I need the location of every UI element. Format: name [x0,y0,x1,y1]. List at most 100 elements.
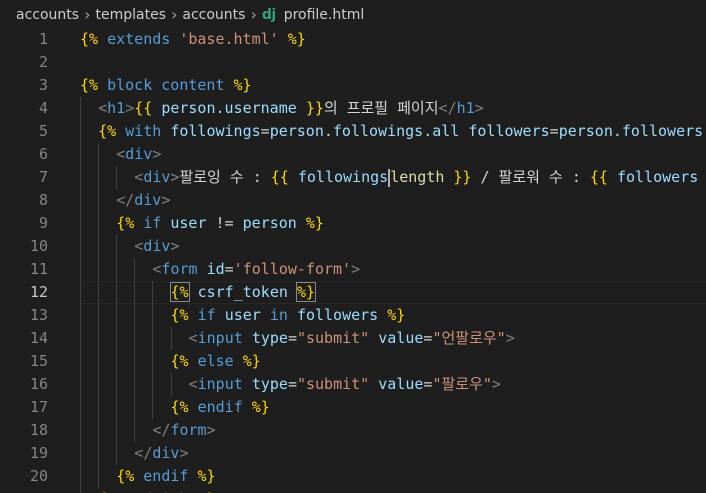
code-line[interactable]: 5 {% with followings=person.followings.al… [0,120,706,143]
indent-guide [80,281,81,304]
code-line[interactable]: 7 <div>팔로잉 수 : {{ followings length }} / 팔… [0,166,706,189]
code-text[interactable]: <div> [134,235,179,258]
indent-guide [134,350,136,373]
breadcrumb-folder-templates[interactable]: templates [95,7,166,23]
code-text[interactable]: <h1>{{ person.username }}의 프로필 페이지</h1> [98,97,484,120]
code-token: > [161,191,171,209]
code-token: > [170,237,180,255]
code-text[interactable]: </div> [116,189,170,212]
editor-window: accounts › templates › accounts › dj pro… [0,0,706,493]
code-line[interactable]: 9 {% if user != person %} [0,212,706,235]
code-line[interactable]: 6 <div> [0,143,706,166]
code-token: %} [197,467,216,485]
code-text[interactable]: {% endif %} [116,465,215,488]
line-number: 18 [29,421,48,439]
code-token: %} [387,306,406,324]
line-number: 14 [29,329,48,347]
code-token: content [161,76,225,94]
indent-guide [116,327,118,350]
code-text[interactable]: </form> [152,419,215,442]
code-token: > [206,421,216,439]
code-text[interactable]: <form id='follow-form'> [152,258,360,281]
django-file-icon: dj [261,6,276,23]
line-number: 10 [29,237,48,255]
code-line[interactable]: 21 {% endwith %} [0,488,706,493]
code-text[interactable]: {% block content %} [80,74,252,97]
code-token: < [134,237,144,255]
code-token: {% [170,306,189,324]
indent-guide [152,327,154,350]
code-line[interactable]: 4 <h1>{{ person.username }}의 프로필 페이지</h1> [0,97,706,120]
indent-guide [98,212,100,235]
code-token: user [224,306,261,324]
code-token: < [98,99,108,117]
code-line[interactable]: 1 {% extends 'base.html' %} [0,28,706,51]
code-text[interactable]: </div> [134,442,188,465]
indent-guide [134,419,136,442]
code-line[interactable]: 12 {% csrf_token %} [0,281,706,304]
code-token: length [390,168,445,186]
code-line[interactable]: 11 <form id='follow-form'> [0,258,706,281]
code-line[interactable]: 19 </div> [0,442,706,465]
code-text[interactable]: {% if user in followers %} [171,304,406,327]
line-number: 7 [38,168,48,186]
code-token: in [269,306,288,324]
code-token: followings [297,168,389,186]
indent-guide [134,258,136,281]
code-token: person.username [161,99,297,117]
code-token: type [251,329,288,347]
code-text[interactable]: {% else %} [171,350,261,373]
code-line[interactable]: 16 <input type="submit" value="팔로우"> [0,373,706,396]
code-text[interactable]: {% endwith %} [98,488,215,493]
code-token: </ [134,444,153,462]
breadcrumb-folder-accounts-sub[interactable]: accounts [182,7,245,23]
code-text[interactable]: <input type="submit" value="언팔로우"> [189,327,515,350]
code-token: = [224,260,234,278]
code-token: endif [197,398,243,416]
indent-guide [98,166,100,189]
indent-guide [134,281,136,304]
code-token: value [378,375,424,393]
code-text[interactable]: <div> [116,143,161,166]
code-token: type [251,375,288,393]
indent-guide [116,235,118,258]
code-line[interactable]: 10 <div> [0,235,706,258]
breadcrumb-folder-accounts[interactable]: accounts [16,7,79,23]
code-text[interactable]: {% with followings=person.followings.all… [98,120,706,143]
code-token: < [116,145,126,163]
code-editor[interactable]: 1 {% extends 'base.html' %} 2 3 {% block con… [0,29,706,493]
code-token: followers [296,306,379,324]
breadcrumb-file-name[interactable]: profile.html [284,7,365,23]
chevron-right-icon: › [250,4,257,24]
code-text[interactable]: <input type="submit" value="팔로우"> [189,373,501,396]
code-line[interactable]: 3 {% block content %} [0,74,706,97]
code-text[interactable]: {% if user != person %} [116,212,324,235]
indent-guide [80,235,81,258]
indent-guide [80,97,81,120]
code-line[interactable]: 15 {% else %} [0,350,706,373]
code-text[interactable]: {% extends 'base.html' %} [80,28,306,51]
code-line[interactable]: 17 {% endif %} [0,396,706,419]
code-text[interactable]: {% endif %} [171,396,270,419]
code-token: input [197,375,243,393]
code-line[interactable]: 8 </div> [0,189,706,212]
code-line[interactable]: 18 </form> [0,419,706,442]
code-token: > [152,145,162,163]
code-token: {% [169,282,190,302]
code-line[interactable]: 2 [0,51,706,74]
code-text[interactable]: <div>팔로잉 수 : {{ followings length }} / 팔로… [134,166,698,189]
code-token: > [179,444,189,462]
code-text[interactable]: {% csrf_token %} [169,281,317,304]
indent-guide [170,327,172,350]
code-line[interactable]: 14 <input type="submit" value="언팔로우"> [0,327,706,350]
indent-guide [80,396,81,419]
indent-guide [80,143,81,166]
code-line[interactable]: 20 {% endif %} [0,465,706,488]
code-line[interactable]: 13 {% if user in followers %} [0,304,706,327]
